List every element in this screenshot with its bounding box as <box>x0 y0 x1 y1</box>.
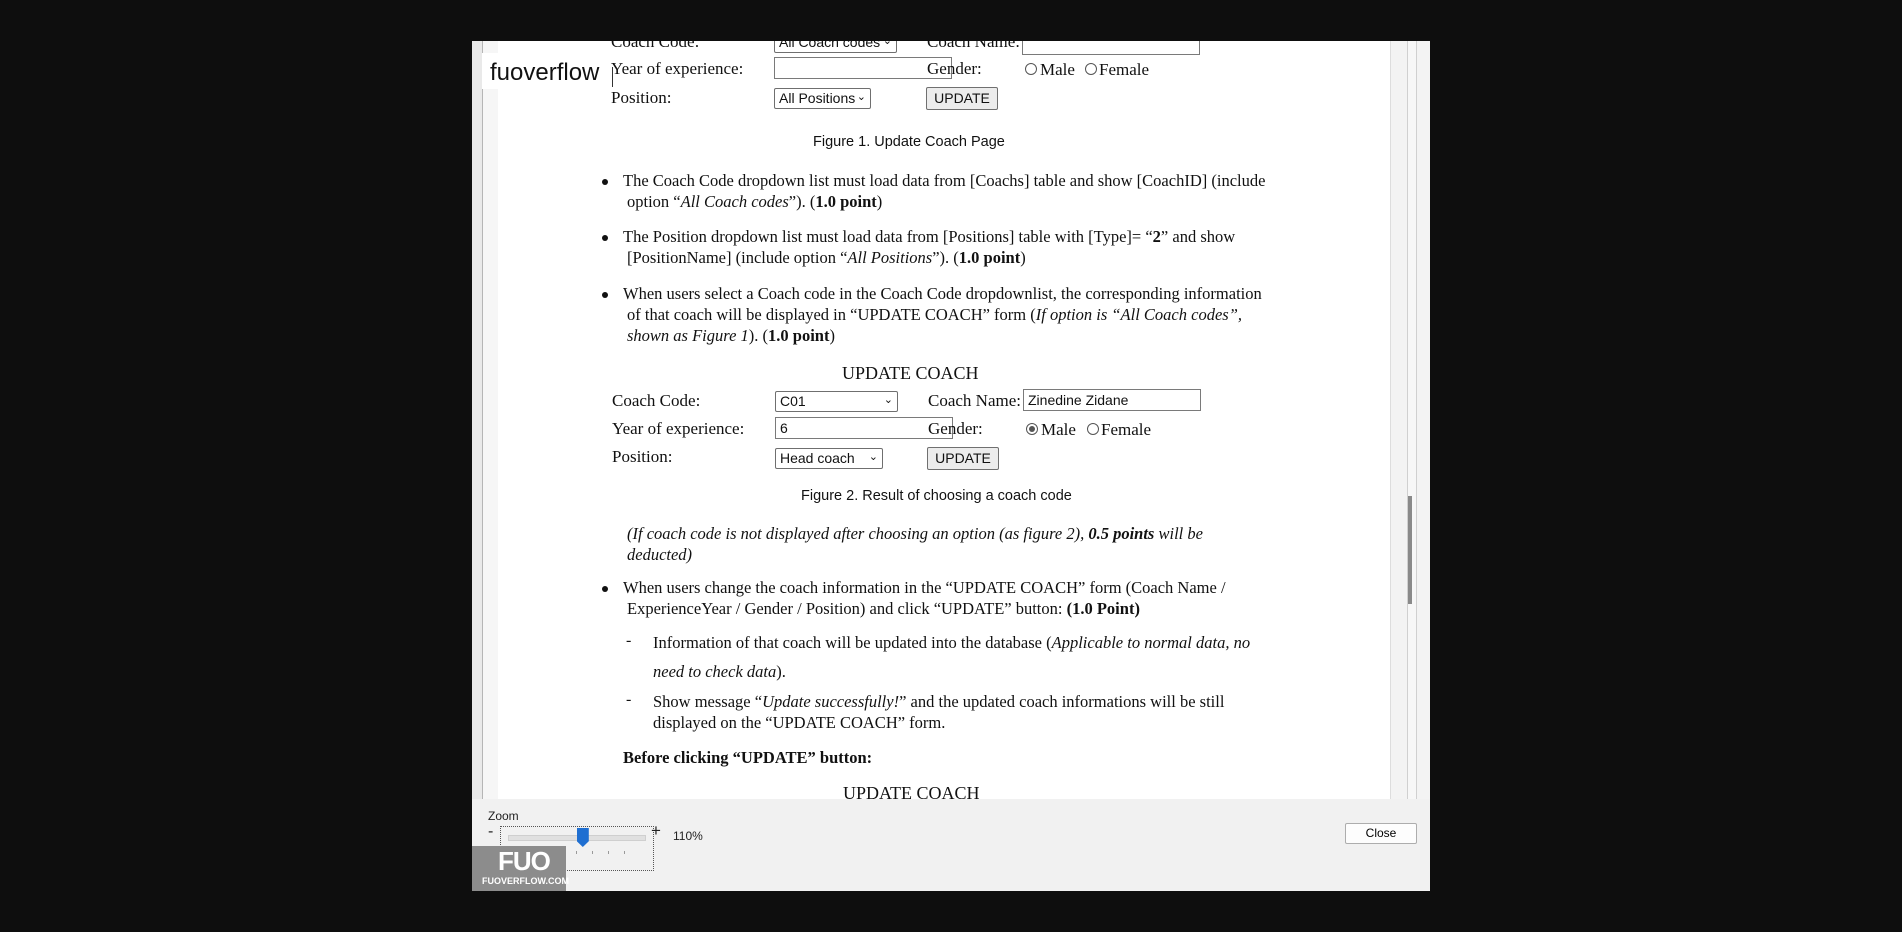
dash-1: - <box>626 632 632 649</box>
f2-female-radio[interactable] <box>1087 423 1099 435</box>
chevron-down-icon: ⌄ <box>856 91 866 103</box>
f1-position-select[interactable]: All Positions ⌄ <box>774 88 871 109</box>
bullet-2-line-1: The Position dropdown list must load dat… <box>623 227 1236 246</box>
f1-coach-code-select[interactable]: All Coach codes ⌄ <box>774 41 897 53</box>
f2-position-value: Head coach <box>780 450 855 466</box>
f1-male-label: Male <box>1040 60 1075 79</box>
f1-coach-code-label: Coach Code: <box>611 41 700 51</box>
bullet-2 <box>602 235 608 241</box>
f1-male-radio[interactable] <box>1025 63 1037 75</box>
vertical-scrollbar-thumb[interactable] <box>1408 496 1412 604</box>
vertical-scrollbar-track[interactable] <box>1407 41 1417 799</box>
f1-position-label: Position: <box>611 88 672 107</box>
f2-position-select[interactable]: Head coach ⌄ <box>775 448 883 469</box>
zoom-tick <box>576 851 577 854</box>
document-viewer-window: Coach Code: All Coach codes ⌄ Coach Name:… <box>472 41 1430 891</box>
note-line-1: (If coach code is not displayed after ch… <box>627 524 1203 543</box>
fuoverflow-watermark: FUO FUOVERFLOW.COM <box>472 846 569 891</box>
zoom-tick <box>592 851 593 854</box>
zoom-tick <box>608 851 609 854</box>
bullet-1-line-2: option “All Coach codes”). (1.0 point) <box>627 192 883 211</box>
f1-coach-name-input[interactable] <box>1022 41 1200 55</box>
watermark-text: FUOVERFLOW.COM <box>482 876 569 886</box>
f2-coach-name-label: Coach Name: <box>928 391 1021 410</box>
sub-item-2-line-1: Show message “Update successfully!” and … <box>653 692 1225 711</box>
chevron-down-icon: ⌄ <box>883 394 893 406</box>
chevron-down-icon: ⌄ <box>882 41 892 47</box>
f2-update-button[interactable]: UPDATE <box>927 447 999 470</box>
f2-coach-name-input[interactable]: Zinedine Zidane <box>1023 389 1201 411</box>
f2-coach-code-select[interactable]: C01 ⌄ <box>775 391 898 412</box>
fuoverflow-logo: fuoverflow <box>490 59 600 86</box>
f1-year-input[interactable] <box>774 57 952 79</box>
chevron-down-icon: ⌄ <box>868 451 878 463</box>
zoom-in-button[interactable]: + <box>651 821 661 841</box>
bullet-4 <box>602 586 608 592</box>
document-page: Coach Code: All Coach codes ⌄ Coach Name:… <box>498 41 1390 799</box>
figure1-caption: Figure 1. Update Coach Page <box>813 134 1005 150</box>
f2-male-label: Male <box>1041 420 1076 439</box>
f2-coach-code-value: C01 <box>780 393 806 409</box>
f1-coach-code-value: All Coach codes <box>779 41 881 50</box>
bullet-1 <box>602 179 608 185</box>
bullet-4-line-1: When users change the coach information … <box>623 578 1226 597</box>
f1-update-button[interactable]: UPDATE <box>926 87 998 110</box>
f1-gender-label: Gender: <box>927 59 982 78</box>
f1-female-label: Female <box>1099 60 1150 79</box>
sub-item-1-line-2: need to check data). <box>653 662 786 681</box>
f1-year-label: Year of experience: <box>611 59 744 78</box>
f2-year-input[interactable]: 6 <box>775 417 953 439</box>
sub-item-2-line-2: displayed on the “UPDATE COACH” form. <box>653 713 946 732</box>
before-clicking-heading: Before clicking “UPDATE” button: <box>623 748 873 767</box>
f2-male-radio[interactable] <box>1026 423 1038 435</box>
f1-coach-name-label: Coach Name: <box>927 41 1020 51</box>
bullet-4-line-2: ExperienceYear / Gender / Position) and … <box>627 599 1140 618</box>
left-margin-bar <box>482 41 499 799</box>
sub-item-1-line-1: Information of that coach will be update… <box>653 633 1251 652</box>
f2-position-label: Position: <box>612 447 673 466</box>
f1-female-radio[interactable] <box>1085 63 1097 75</box>
f1-position-value: All Positions <box>779 90 856 106</box>
document-viewport: Coach Code: All Coach codes ⌄ Coach Name:… <box>472 41 1430 799</box>
zoom-label: Zoom <box>488 809 519 823</box>
f2-coach-code-label: Coach Code: <box>612 391 701 410</box>
watermark-logo-mark: FUO <box>498 846 551 876</box>
f3-title: UPDATE COACH <box>843 783 980 799</box>
bottom-toolbar: Zoom - + 110% Close <box>472 799 1430 891</box>
zoom-tick <box>624 851 625 854</box>
bullet-3-line-3: shown as Figure 1). (1.0 point) <box>627 326 835 345</box>
close-button[interactable]: Close <box>1345 823 1417 844</box>
bullet-3 <box>602 292 608 298</box>
f2-gender-label: Gender: <box>928 419 983 438</box>
bullet-1-line-1: The Coach Code dropdown list must load d… <box>623 171 1266 190</box>
note-line-2: deducted) <box>627 545 693 564</box>
f2-year-label: Year of experience: <box>612 419 745 438</box>
zoom-value: 110% <box>673 829 703 843</box>
figure2-caption: Figure 2. Result of choosing a coach cod… <box>801 488 1072 504</box>
bullet-3-line-1: When users select a Coach code in the Co… <box>623 284 1262 303</box>
f2-title: UPDATE COACH <box>842 363 979 383</box>
f2-female-label: Female <box>1101 420 1152 439</box>
bullet-2-line-2: [PositionName] (include option “All Posi… <box>627 248 1026 267</box>
zoom-out-button[interactable]: - <box>488 823 493 841</box>
bullet-3-line-2: of that coach will be displayed in “UPDA… <box>627 305 1242 324</box>
text-caret <box>612 67 613 87</box>
dash-2: - <box>626 691 632 708</box>
